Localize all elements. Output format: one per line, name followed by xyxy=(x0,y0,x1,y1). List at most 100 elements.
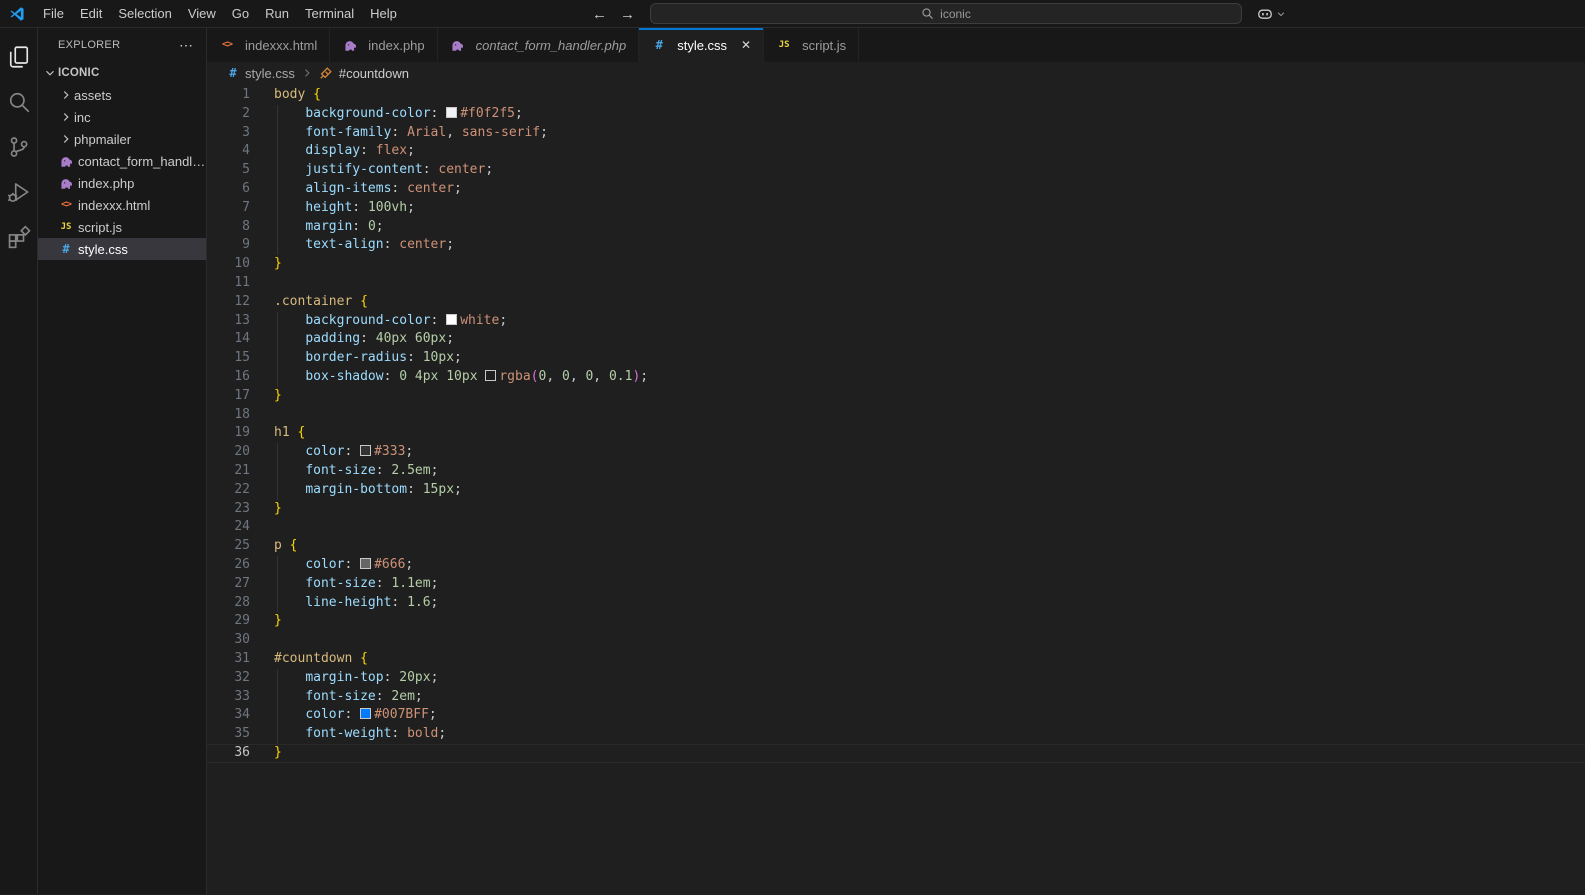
menu-run[interactable]: Run xyxy=(257,0,297,27)
activity-run-debug[interactable] xyxy=(0,169,38,214)
sidebar-file-indexxx-html[interactable]: <>indexxx.html xyxy=(38,194,206,216)
menu-terminal[interactable]: Terminal xyxy=(297,0,362,27)
line-content: margin-bottom: 15px; xyxy=(274,481,462,500)
forward-arrow-icon[interactable]: → xyxy=(620,6,635,23)
sidebar-root-folder[interactable]: ICONIC xyxy=(38,62,206,84)
php-elephant-icon xyxy=(58,154,74,169)
color-swatch[interactable] xyxy=(360,708,371,719)
code-line: 11 xyxy=(207,274,1585,293)
code-line: 1body { xyxy=(207,86,1585,105)
tab-index-php[interactable]: index.php xyxy=(330,28,437,62)
code-editor[interactable]: 1body {2 background-color: #f0f2f5;3 fon… xyxy=(207,84,1585,894)
activity-source-control[interactable] xyxy=(0,124,38,169)
menu-help[interactable]: Help xyxy=(362,0,405,27)
menu-go[interactable]: Go xyxy=(224,0,257,27)
color-swatch[interactable] xyxy=(360,445,371,456)
code-line: 2 background-color: #f0f2f5; xyxy=(207,105,1585,124)
code-line: 15 border-radius: 10px; xyxy=(207,349,1585,368)
color-swatch[interactable] xyxy=(446,107,457,118)
menu-edit[interactable]: Edit xyxy=(72,0,110,27)
tab-label: contact_form_handler.php xyxy=(476,38,627,53)
code-line: 9 text-align: center; xyxy=(207,236,1585,255)
line-content: } xyxy=(274,255,282,274)
tab-contact-form-handler-php[interactable]: contact_form_handler.php xyxy=(438,28,640,62)
line-number: 33 xyxy=(207,688,250,707)
line-content: margin: 0; xyxy=(274,218,384,237)
sidebar-folder-inc[interactable]: inc xyxy=(38,106,206,128)
color-swatch[interactable] xyxy=(360,558,371,569)
line-number: 34 xyxy=(207,706,250,725)
chevron-right-icon xyxy=(58,88,74,102)
chevron-right-icon xyxy=(58,110,74,124)
command-center-search[interactable]: iconic xyxy=(650,3,1242,24)
breadcrumb-symbol[interactable]: #countdown xyxy=(339,66,409,81)
code-line: 35 font-weight: bold; xyxy=(207,725,1585,744)
color-swatch[interactable] xyxy=(446,314,457,325)
line-number: 5 xyxy=(207,161,250,180)
line-number: 25 xyxy=(207,537,250,556)
tab-style-css[interactable]: #style.css✕ xyxy=(639,28,764,62)
more-actions-icon[interactable]: ⋯ xyxy=(179,37,194,54)
sidebar-folder-phpmailer[interactable]: phpmailer xyxy=(38,128,206,150)
line-content: margin-top: 20px; xyxy=(274,669,438,688)
close-tab-icon[interactable]: ✕ xyxy=(741,38,751,52)
code-line: 4 display: flex; xyxy=(207,142,1585,161)
back-arrow-icon[interactable]: ← xyxy=(592,6,607,23)
line-number: 3 xyxy=(207,124,250,143)
code-line: 25 p { xyxy=(207,537,1585,556)
copilot-button[interactable] xyxy=(1257,0,1286,28)
line-content: line-height: 1.6; xyxy=(274,594,438,613)
file-label: style.css xyxy=(78,242,128,257)
sidebar-folder-assets[interactable]: assets xyxy=(38,84,206,106)
line-number: 36 xyxy=(207,744,250,763)
line-content: p { xyxy=(274,537,297,556)
sidebar-file-index-php[interactable]: index.php xyxy=(38,172,206,194)
sidebar-file-style-css[interactable]: #style.css xyxy=(38,238,206,260)
file-label: assets xyxy=(74,88,112,103)
file-label: index.php xyxy=(78,176,134,191)
code-line: 33 font-size: 2em; xyxy=(207,688,1585,707)
line-number: 11 xyxy=(207,274,250,293)
php-elephant-icon xyxy=(450,38,466,53)
extensions-icon xyxy=(7,225,31,249)
menu-bar: FileEditSelectionViewGoRunTerminalHelp xyxy=(35,0,405,27)
tab-strip: <>indexxx.htmlindex.php contact_form_hand… xyxy=(207,28,1585,62)
line-content: #countdown { xyxy=(274,650,368,669)
line-number: 35 xyxy=(207,725,250,744)
activity-explorer[interactable] xyxy=(0,34,38,79)
tab-script-js[interactable]: JSscript.js xyxy=(764,28,859,62)
line-content: display: flex; xyxy=(274,142,415,161)
sidebar-file-contact-form-handler-[interactable]: contact_form_handler... xyxy=(38,150,206,172)
code-line: 36} xyxy=(207,744,1585,763)
line-number: 6 xyxy=(207,180,250,199)
file-tree: assets inc phpmailercontact_form_handler..… xyxy=(38,84,206,260)
menu-file[interactable]: File xyxy=(35,0,72,27)
menu-selection[interactable]: Selection xyxy=(110,0,179,27)
line-number: 29 xyxy=(207,612,250,631)
code-line: 6 align-items: center; xyxy=(207,180,1585,199)
tab-indexxx-html[interactable]: <>indexxx.html xyxy=(207,28,330,62)
breadcrumb-file[interactable]: style.css xyxy=(245,66,295,81)
line-number: 18 xyxy=(207,406,250,425)
sidebar-file-script-js[interactable]: JSscript.js xyxy=(38,216,206,238)
activity-extensions[interactable] xyxy=(0,214,38,259)
file-label: inc xyxy=(74,110,91,125)
css-file-icon: # xyxy=(651,39,667,51)
indent-guide xyxy=(277,312,278,387)
code-line: 27 font-size: 1.1em; xyxy=(207,575,1585,594)
code-line: 21 font-size: 2.5em; xyxy=(207,462,1585,481)
source-control-icon xyxy=(7,135,31,159)
code-line: 28 line-height: 1.6; xyxy=(207,594,1585,613)
color-swatch[interactable] xyxy=(485,370,496,381)
code-line: 5 justify-content: center; xyxy=(207,161,1585,180)
code-line: 13 background-color: white; xyxy=(207,312,1585,331)
menu-view[interactable]: View xyxy=(180,0,224,27)
explorer-sidebar: EXPLORER ⋯ ICONIC assetsincphpmailercont… xyxy=(38,28,207,894)
indent-guide xyxy=(277,669,278,744)
root-folder-label: ICONIC xyxy=(58,67,99,79)
line-number: 4 xyxy=(207,142,250,161)
breadcrumb: # style.css #countdown xyxy=(207,62,1585,84)
indent-guide xyxy=(277,105,278,255)
activity-search[interactable] xyxy=(0,79,38,124)
file-label: script.js xyxy=(78,220,122,235)
